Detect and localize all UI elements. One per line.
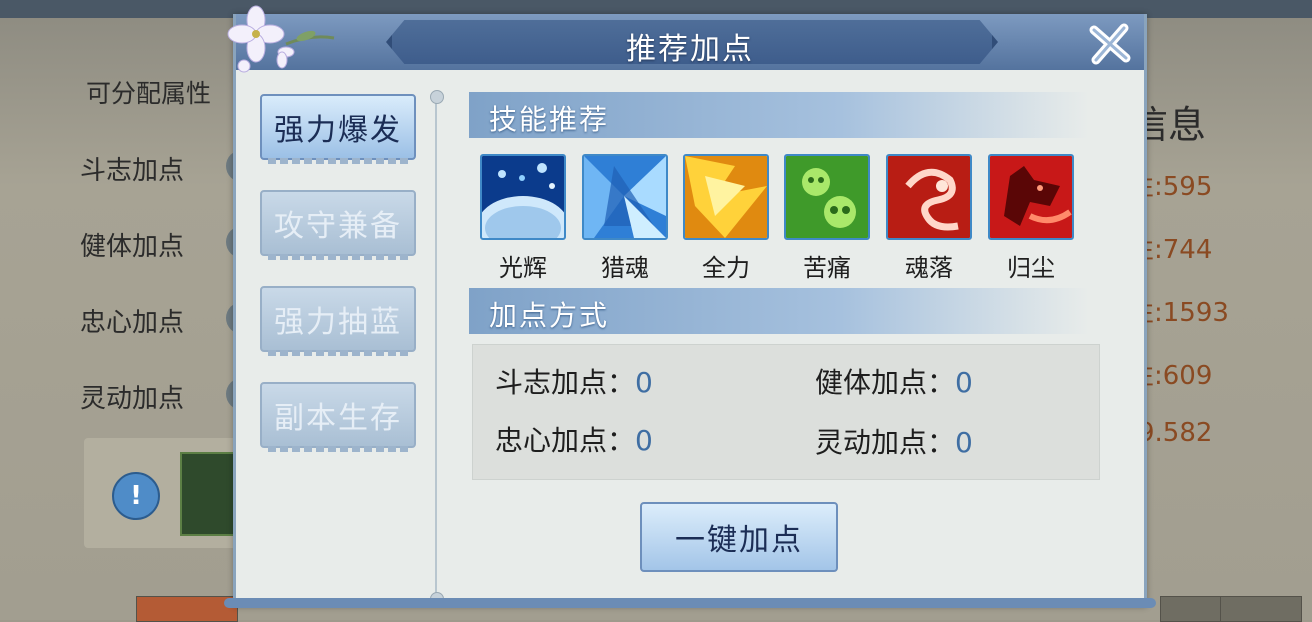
skill-item[interactable]: 光辉: [480, 154, 566, 283]
tab-strong-burst[interactable]: 强力爆发: [260, 94, 416, 164]
bg-info-value: 9.582: [1138, 418, 1213, 448]
bg-stat-label: 斗志加点: [80, 156, 185, 186]
allocatable-attributes-title: 可分配属性: [86, 79, 212, 108]
stat-label: 忠心加点：: [495, 424, 636, 457]
stat-fighting-spirit: 斗志加点：0: [495, 361, 653, 401]
stat-agility: 灵动加点：0: [815, 421, 973, 461]
stat-value: 0: [955, 366, 973, 399]
close-icon: [1089, 23, 1131, 65]
recommended-points-dialog: 推荐加点 强力爆发 攻守兼备 强力抽蓝 副本生存 技能推荐 光辉 猎魂 全力 苦…: [224, 5, 1156, 608]
skill-label: 魂落: [905, 254, 953, 282]
skill-label: 归尘: [1007, 254, 1055, 282]
stat-label: 健体加点：: [815, 366, 956, 399]
stat-value: 0: [635, 424, 653, 457]
skill-label: 猎魂: [601, 254, 649, 282]
info-exclamation-icon: !: [112, 472, 160, 520]
skill-label: 光辉: [499, 254, 547, 282]
bg-stat-label: 灵动加点: [80, 384, 185, 414]
bg-portrait-slot: [1220, 596, 1302, 622]
skill-item[interactable]: 魂落: [886, 154, 972, 283]
tab-mana-drain[interactable]: 强力抽蓝: [260, 286, 416, 356]
bg-stat-label: 忠心加点: [80, 308, 185, 338]
skills-header-label: 技能推荐: [489, 103, 610, 136]
vertical-divider: [435, 96, 437, 596]
dialog-title: 推荐加点: [626, 32, 754, 67]
bg-portrait-slot: [136, 596, 238, 622]
divider-top-dot: [430, 90, 444, 104]
bg-stat-label: 健体加点: [80, 232, 185, 262]
tab-balanced[interactable]: 攻守兼备: [260, 190, 416, 260]
close-button[interactable]: [1088, 22, 1132, 66]
jade-item-icon: [180, 452, 240, 536]
stat-value: 0: [635, 366, 653, 399]
skill-item[interactable]: 全力: [683, 154, 769, 283]
stat-label: 斗志加点：: [495, 366, 636, 399]
skill-label: 苦痛: [803, 254, 851, 282]
stat-physique: 健体加点：0: [815, 361, 973, 401]
moon-glow-icon: [480, 154, 566, 240]
stat-label: 灵动加点：: [815, 426, 956, 459]
stat-loyalty: 忠心加点：0: [495, 419, 653, 459]
skill-item[interactable]: 苦痛: [784, 154, 870, 283]
skills-section-header: 技能推荐: [469, 92, 1089, 138]
flower-decoration-icon: [227, 5, 335, 73]
golden-burst-icon: [683, 154, 769, 240]
skill-item[interactable]: 猎魂: [582, 154, 668, 283]
stats-panel: 斗志加点：0 健体加点：0 忠心加点：0 灵动加点：0: [472, 344, 1100, 480]
method-header-label: 加点方式: [489, 299, 610, 332]
skill-item[interactable]: 归尘: [988, 154, 1074, 283]
stat-value: 0: [955, 426, 973, 459]
method-section-header: 加点方式: [469, 288, 1089, 334]
dialog-titlebar: 推荐加点: [236, 14, 1144, 70]
green-skull-icon: [784, 154, 870, 240]
red-wolf-icon: [988, 154, 1074, 240]
skill-label: 全力: [702, 254, 750, 282]
tab-dungeon-survival[interactable]: 副本生存: [260, 382, 416, 452]
red-spirit-icon: [886, 154, 972, 240]
one-key-allocate-button[interactable]: 一键加点: [640, 502, 838, 572]
ice-shard-icon: [582, 154, 668, 240]
dialog-bottom-bar: [224, 598, 1156, 608]
